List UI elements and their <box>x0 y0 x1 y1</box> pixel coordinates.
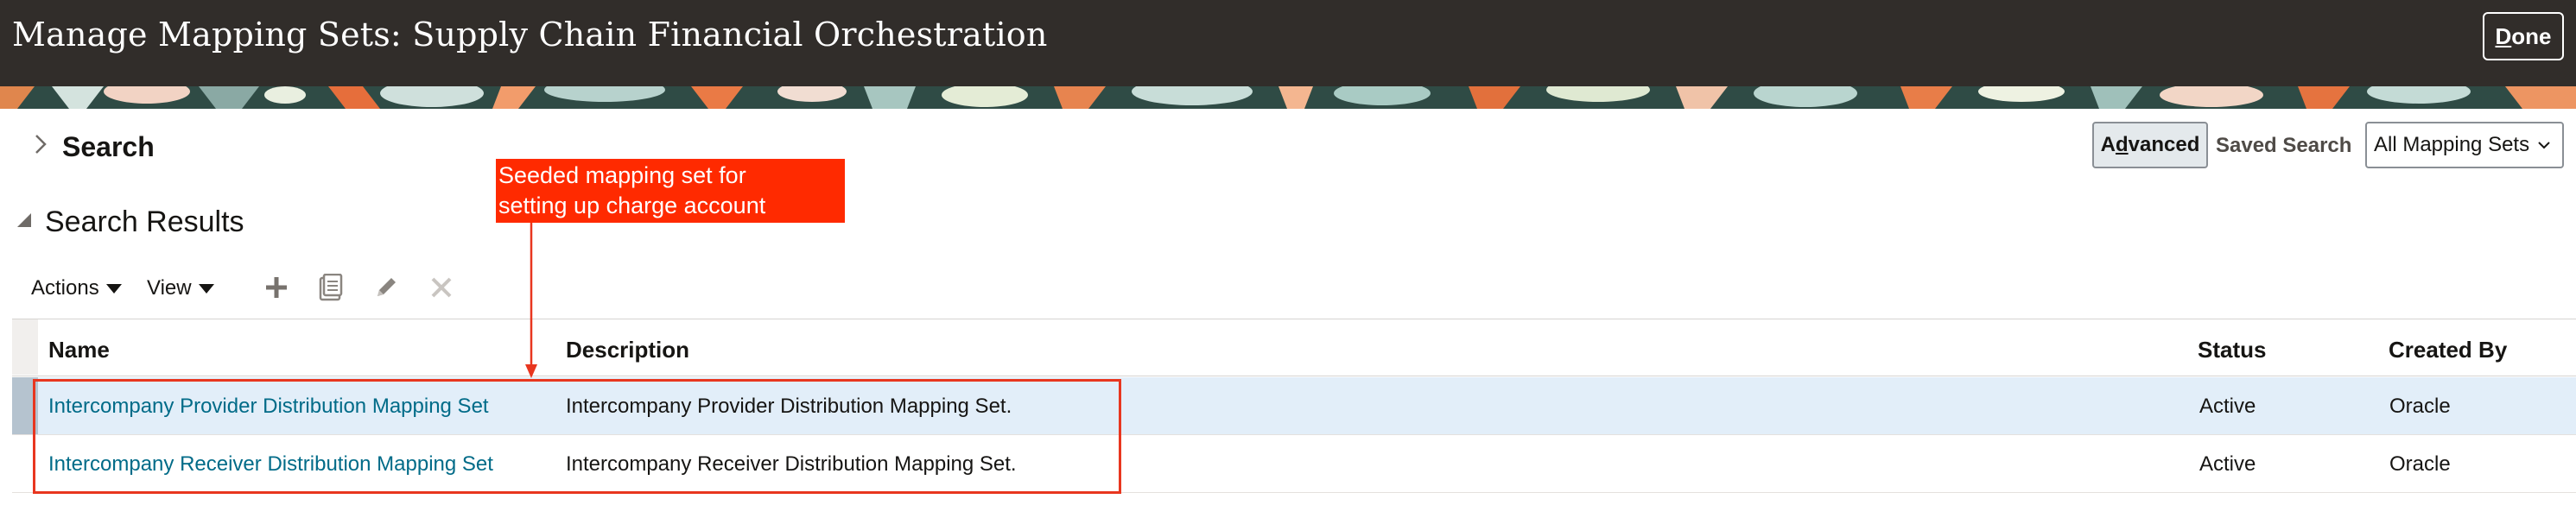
search-results-title: Search Results <box>45 205 244 238</box>
annotation-line-2: setting up charge account <box>498 193 766 218</box>
view-menu-label: View <box>147 276 192 300</box>
column-header-status[interactable]: Status <box>2198 337 2266 363</box>
column-header-created-by[interactable]: Created By <box>2389 337 2507 363</box>
caret-down-right-icon <box>17 213 31 227</box>
actions-menu[interactable]: Actions <box>31 276 122 300</box>
advanced-search-button[interactable]: Ad vanced <box>2092 122 2208 168</box>
mapping-set-status: Active <box>2199 452 2256 476</box>
done-button-label: one <box>2511 22 2552 49</box>
advanced-label-mnemonic: d <box>2115 133 2129 156</box>
mapping-set-status: Active <box>2199 395 2256 418</box>
annotation-arrow <box>525 223 537 378</box>
annotation-callout: Seeded mapping set for setting up charge… <box>496 159 845 223</box>
column-header-name[interactable]: Name <box>48 337 110 363</box>
banner-pattern <box>0 86 2576 109</box>
edit-icon[interactable] <box>371 273 401 302</box>
caret-right-icon <box>35 135 47 154</box>
column-header-description[interactable]: Description <box>566 337 689 363</box>
saved-search-value: All Mapping Sets <box>2374 133 2530 156</box>
expand-search-toggle[interactable] <box>35 131 54 157</box>
add-icon[interactable] <box>262 273 291 302</box>
saved-search-label: Saved Search <box>2216 134 2352 157</box>
menu-caret-down-icon <box>198 284 214 294</box>
search-section-title[interactable]: Search <box>62 131 155 163</box>
mapping-set-created-by: Oracle <box>2389 452 2451 476</box>
decorative-banner <box>0 86 2576 109</box>
page-title: Manage Mapping Sets: Supply Chain Financ… <box>12 16 1048 54</box>
done-button-mnemonic: D <box>2495 22 2512 49</box>
table-header-selector-column <box>12 319 38 375</box>
actions-menu-label: Actions <box>31 276 99 300</box>
chevron-down-icon <box>2538 142 2550 149</box>
annotation-line-1: Seeded mapping set for <box>498 162 746 188</box>
mapping-set-created-by: Oracle <box>2389 395 2451 418</box>
annotation-highlight-box <box>33 379 1121 494</box>
advanced-label-post: vanced <box>2128 133 2200 156</box>
done-button[interactable]: Done <box>2483 12 2564 60</box>
duplicate-icon[interactable] <box>316 273 346 302</box>
menu-caret-down-icon <box>105 284 122 294</box>
delete-icon[interactable] <box>427 273 456 302</box>
header-bar: Manage Mapping Sets: Supply Chain Financ… <box>0 0 2576 86</box>
advanced-label-pre: A <box>2100 133 2116 156</box>
view-menu[interactable]: View <box>147 276 214 300</box>
saved-search-select[interactable]: All Mapping Sets <box>2365 122 2564 168</box>
collapse-results-toggle[interactable] <box>14 210 35 231</box>
